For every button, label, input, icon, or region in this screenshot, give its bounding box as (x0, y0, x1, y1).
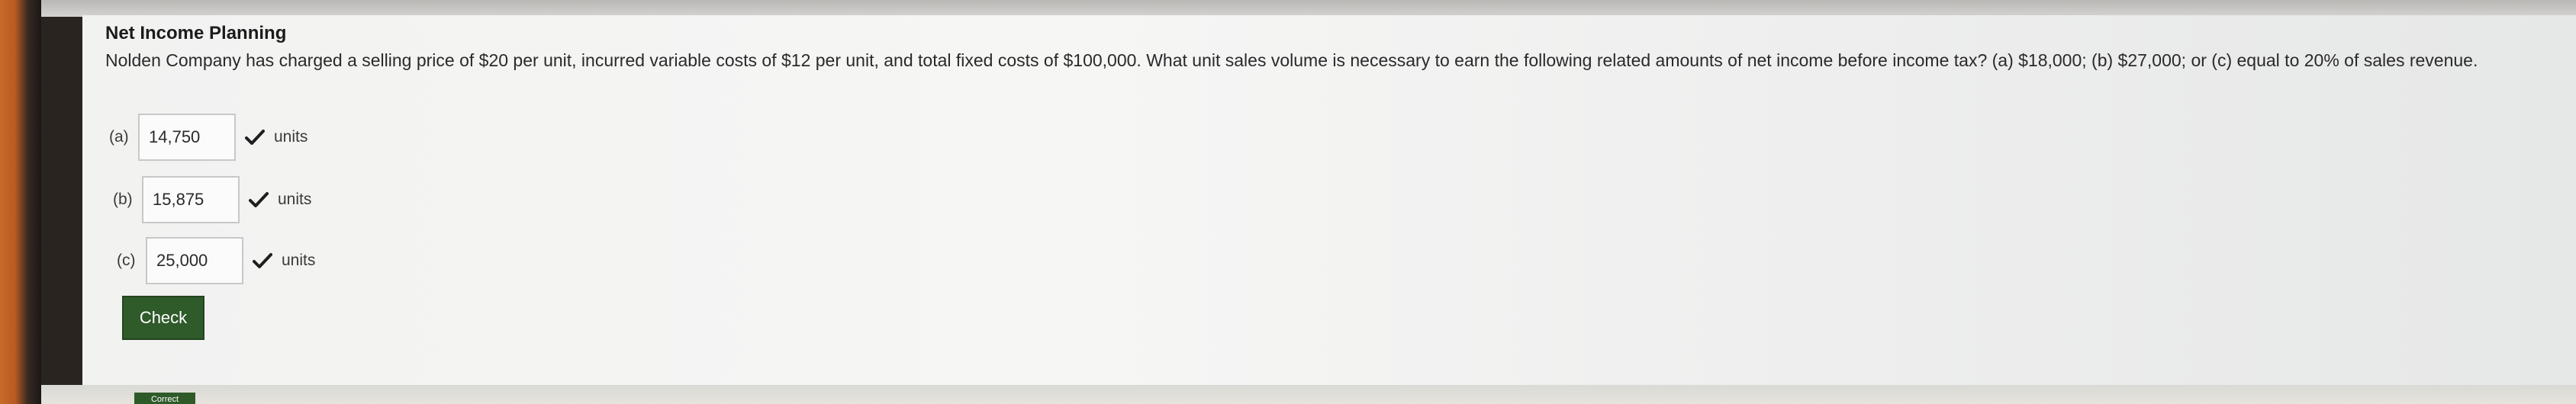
left-bezel (0, 0, 41, 404)
checkmark-icon (246, 189, 272, 210)
checkmark-icon (242, 127, 268, 148)
answer-part-label: (a) (109, 128, 129, 146)
units-label: units (278, 191, 312, 208)
bottom-tab: Correct (134, 393, 195, 404)
checkmark-icon (250, 250, 275, 271)
answer-input-b[interactable]: 15,875 (142, 176, 240, 223)
problem-question: Nolden Company has charged a selling pri… (105, 50, 2478, 70)
answer-row-b: (b) 15,875 units (113, 175, 311, 224)
answer-input-a[interactable]: 14,750 (138, 114, 236, 161)
bottom-strip (41, 385, 2576, 404)
top-strip (41, 0, 2576, 17)
screen: Correct Net Income Planning Nolden Compa… (0, 0, 2576, 404)
answer-row-a: (a) 14,750 units (109, 113, 308, 162)
units-label: units (282, 252, 316, 269)
answer-part-label: (c) (117, 252, 136, 269)
answer-input-c[interactable]: 25,000 (146, 237, 243, 284)
answer-row-c: (c) 25,000 units (117, 236, 315, 285)
check-button[interactable]: Check (122, 296, 204, 340)
problem-title: Net Income Planning (105, 23, 287, 43)
units-label: units (274, 128, 308, 146)
answer-part-label: (b) (113, 191, 133, 208)
